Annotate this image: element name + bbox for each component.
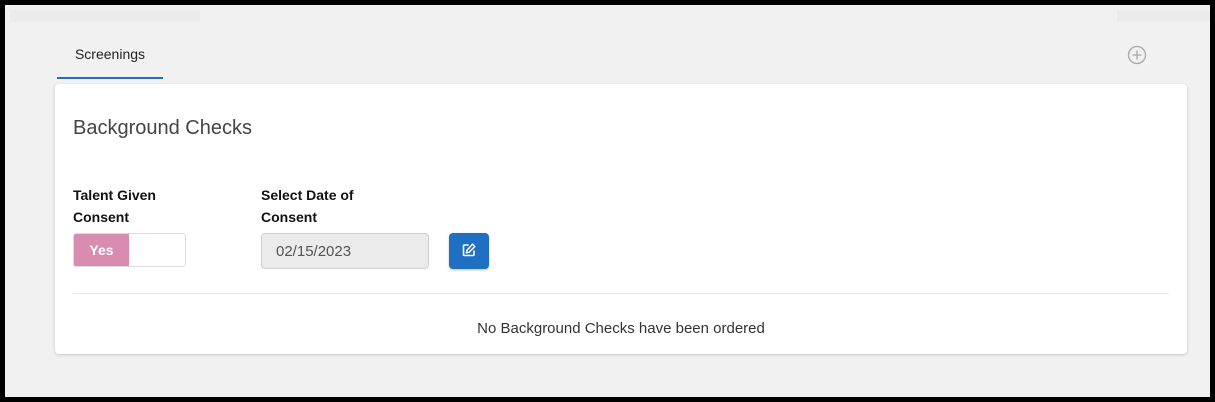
background-checks-card: Background Checks Talent Given Consent S…: [55, 84, 1187, 354]
tab-bar: Screenings: [57, 39, 1157, 79]
tab-screenings-label: Screenings: [74, 46, 146, 62]
consent-toggle[interactable]: Yes: [73, 233, 186, 267]
plus-circle-icon[interactable]: [1127, 45, 1147, 65]
app-frame: Screenings Background Checks Talent Give…: [0, 0, 1215, 402]
consent-label: Talent Given Consent: [73, 187, 156, 225]
consent-toggle-on: Yes: [74, 234, 129, 266]
card-title: Background Checks: [73, 117, 252, 139]
date-label: Select Date of Consent: [261, 187, 354, 225]
consent-toggle-value: Yes: [89, 242, 114, 258]
divider: [73, 293, 1169, 294]
edit-icon: [461, 242, 477, 261]
empty-message: No Background Checks have been ordered: [477, 320, 765, 337]
tab-screenings[interactable]: Screenings: [57, 39, 163, 79]
top-strip-right: [1117, 10, 1210, 22]
top-strip-left: [10, 10, 200, 22]
consent-date-input[interactable]: [261, 233, 429, 269]
edit-date-button[interactable]: [449, 233, 489, 269]
